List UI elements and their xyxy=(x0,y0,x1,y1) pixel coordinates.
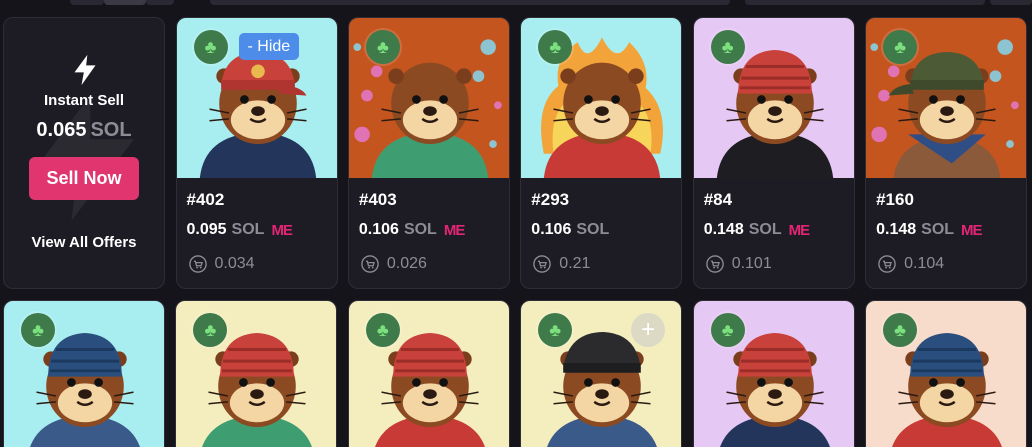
price-currency: SOL xyxy=(921,221,955,238)
listing-card[interactable]: ♣ - Hide #402 0.095 SOL ME 0.034 xyxy=(175,17,338,289)
sell-now-button[interactable]: Sell Now xyxy=(29,157,139,200)
nft-image[interactable]: ♣ xyxy=(4,301,164,447)
clover-icon: ♣ xyxy=(21,313,55,347)
best-offer-value: 0.104 xyxy=(904,255,945,272)
clover-icon: ♣ xyxy=(710,30,745,64)
listing-card[interactable]: ♣ #293 0.106 SOL 0.21 xyxy=(520,17,683,289)
price-row: 0.148 SOL ME xyxy=(703,221,810,239)
best-offer-value: 0.21 xyxy=(559,255,591,272)
best-offer-value: 0.101 xyxy=(731,255,772,272)
instant-sell-title: Instant Sell xyxy=(43,92,125,109)
top-bar-tab[interactable] xyxy=(104,0,146,5)
price-currency: SOL xyxy=(403,221,437,238)
nft-name: #160 xyxy=(876,190,914,209)
best-offer-row: 0.104 xyxy=(878,255,944,273)
top-bar-search[interactable] xyxy=(210,0,730,5)
clover-icon: ♣ xyxy=(538,313,573,347)
instant-sell-price: 0.065 SOL xyxy=(4,119,164,142)
listing-card[interactable]: ♣ + xyxy=(520,300,683,447)
listing-card[interactable]: ♣ xyxy=(175,300,338,447)
best-offer-row: 0.101 xyxy=(705,255,772,273)
top-bar-control[interactable] xyxy=(745,0,985,5)
cart-icon xyxy=(878,255,896,273)
price-row: 0.148 SOL ME xyxy=(876,221,982,239)
nft-name: #293 xyxy=(531,190,570,209)
cart-icon xyxy=(188,255,207,273)
price-value: 0.148 xyxy=(876,221,917,238)
cart-icon xyxy=(533,255,552,273)
listing-card[interactable]: ♣ #84 0.148 SOL ME 0.101 xyxy=(692,17,855,289)
lightning-bolt-icon xyxy=(74,54,96,86)
instant-sell-card: Instant Sell 0.065 SOL Sell Now View All … xyxy=(3,17,165,289)
clover-icon: ♣ xyxy=(710,313,745,347)
instant-sell-price-value: 0.065 xyxy=(36,119,87,141)
add-to-cart-button[interactable]: + xyxy=(631,313,666,347)
price-row: 0.106 SOL ME xyxy=(358,221,465,239)
nft-name: #84 xyxy=(703,190,733,209)
best-offer-row: 0.026 xyxy=(361,255,427,273)
nft-image[interactable]: ♣ xyxy=(348,18,509,178)
cart-icon xyxy=(361,255,379,273)
price-currency: SOL xyxy=(576,221,610,238)
price-row: 0.095 SOL ME xyxy=(186,221,293,239)
nft-image[interactable]: ♣ xyxy=(693,301,854,447)
magic-eden-logo: ME xyxy=(961,221,982,239)
best-offer-row: 0.21 xyxy=(533,255,590,273)
clover-icon: ♣ xyxy=(365,30,400,64)
nft-name: #403 xyxy=(358,190,397,209)
view-all-offers-link[interactable]: View All Offers xyxy=(4,234,164,251)
best-offer-row: 0.034 xyxy=(188,255,255,273)
nft-image[interactable]: ♣ xyxy=(348,301,509,447)
listing-card[interactable]: ♣ #160 0.148 SOL ME 0.104 xyxy=(865,17,1028,289)
price-value: 0.106 xyxy=(358,221,399,238)
price-value: 0.095 xyxy=(186,221,227,238)
nft-image[interactable]: ♣ xyxy=(866,301,1026,447)
listing-card[interactable]: ♣ #403 0.106 SOL ME 0.026 xyxy=(347,17,510,289)
clover-icon: ♣ xyxy=(883,30,918,64)
top-bar-tab[interactable] xyxy=(70,0,104,5)
magic-eden-logo: ME xyxy=(443,221,465,239)
cart-icon xyxy=(705,255,724,273)
best-offer-value: 0.034 xyxy=(214,255,255,272)
price-value: 0.148 xyxy=(703,221,744,238)
listing-card[interactable]: ♣ xyxy=(865,300,1027,447)
price-row: 0.106 SOL xyxy=(531,221,609,239)
listing-card[interactable]: ♣ xyxy=(3,300,165,447)
best-offer-value: 0.026 xyxy=(386,255,427,272)
nft-image[interactable]: ♣ xyxy=(176,301,337,447)
nft-name: #402 xyxy=(186,190,225,209)
instant-sell-currency: SOL xyxy=(90,119,132,141)
top-bar-control[interactable] xyxy=(990,0,1032,5)
price-currency: SOL xyxy=(748,221,782,238)
magic-eden-logo: ME xyxy=(788,221,810,239)
nft-image[interactable]: ♣ xyxy=(521,18,682,178)
clover-icon: ♣ xyxy=(365,313,400,347)
top-bar-tab[interactable] xyxy=(146,0,174,5)
listing-card[interactable]: ♣ xyxy=(692,300,855,447)
price-currency: SOL xyxy=(231,221,265,238)
listing-card[interactable]: ♣ xyxy=(347,300,510,447)
nft-image[interactable]: ♣ xyxy=(693,18,854,178)
clover-icon: ♣ xyxy=(883,313,917,347)
clover-icon: ♣ xyxy=(193,30,228,64)
nft-image[interactable]: ♣ xyxy=(866,18,1027,178)
price-value: 0.106 xyxy=(531,221,572,238)
hide-button[interactable]: - Hide xyxy=(238,33,300,60)
magic-eden-logo: ME xyxy=(271,221,292,239)
